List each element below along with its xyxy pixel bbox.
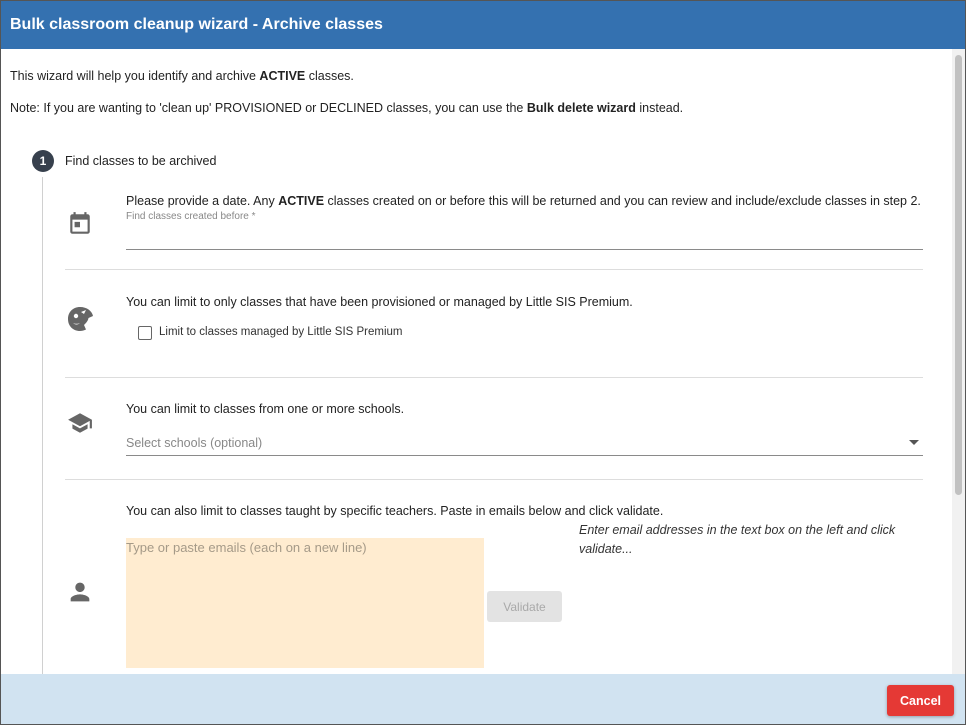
school-icon — [64, 407, 96, 439]
premium-only-checkbox[interactable] — [138, 326, 152, 340]
step-label: Find classes to be archived — [65, 154, 217, 168]
step-number-badge: 1 — [32, 150, 54, 172]
intro-note: Note: If you are wanting to 'clean up' P… — [10, 101, 683, 115]
calendar-icon — [64, 208, 96, 240]
date-text-post: classes created on or before this will b… — [324, 194, 921, 208]
intro-line2-pre: Note: If you are wanting to 'clean up' P… — [10, 101, 527, 115]
teacher-emails-textarea[interactable] — [126, 538, 484, 668]
validate-button[interactable]: Validate — [487, 591, 562, 622]
section-divider — [65, 269, 923, 270]
dialog-title: Bulk classroom cleanup wizard - Archive … — [1, 1, 965, 49]
date-section-text: Please provide a date. Any ACTIVE classe… — [126, 194, 921, 208]
schools-select-placeholder[interactable]: Select schools (optional) — [126, 436, 262, 450]
dialog-content: This wizard will help you identify and a… — [1, 49, 953, 674]
archive-classes-dialog: Bulk classroom cleanup wizard - Archive … — [0, 0, 966, 725]
premium-checkbox-label[interactable]: Limit to classes managed by Little SIS P… — [159, 326, 403, 338]
scrollbar-thumb[interactable] — [955, 55, 962, 495]
date-text-bold: ACTIVE — [278, 194, 325, 208]
intro-line1-post: classes. — [305, 69, 354, 83]
intro-line1-bold: ACTIVE — [259, 69, 306, 83]
cancel-button[interactable]: Cancel — [887, 685, 954, 716]
date-input[interactable] — [126, 249, 923, 250]
intro-text: This wizard will help you identify and a… — [10, 69, 354, 83]
section-divider — [65, 377, 923, 378]
schools-select[interactable] — [126, 455, 923, 456]
teachers-section-text: You can also limit to classes taught by … — [126, 504, 664, 518]
chevron-down-icon[interactable] — [909, 440, 919, 445]
bulk-delete-wizard-text: Bulk delete wizard — [526, 101, 636, 115]
step-connector-line — [42, 177, 43, 674]
little-sis-logo-icon — [64, 303, 96, 335]
date-field-label: Find classes created before * — [126, 211, 256, 222]
content-scrollbar[interactable] — [952, 49, 965, 674]
schools-section-text: You can limit to classes from one or mor… — [126, 402, 405, 416]
intro-line1-pre: This wizard will help you identify and a… — [10, 69, 260, 83]
date-text-pre: Please provide a date. Any — [126, 194, 279, 208]
validate-hint-text: Enter email addresses in the text box on… — [579, 523, 896, 556]
intro-line2-post: instead. — [635, 101, 684, 115]
premium-section-text: You can limit to only classes that have … — [126, 295, 633, 309]
dialog-footer: Cancel — [1, 674, 965, 724]
person-icon — [64, 576, 96, 608]
section-divider — [65, 479, 923, 480]
